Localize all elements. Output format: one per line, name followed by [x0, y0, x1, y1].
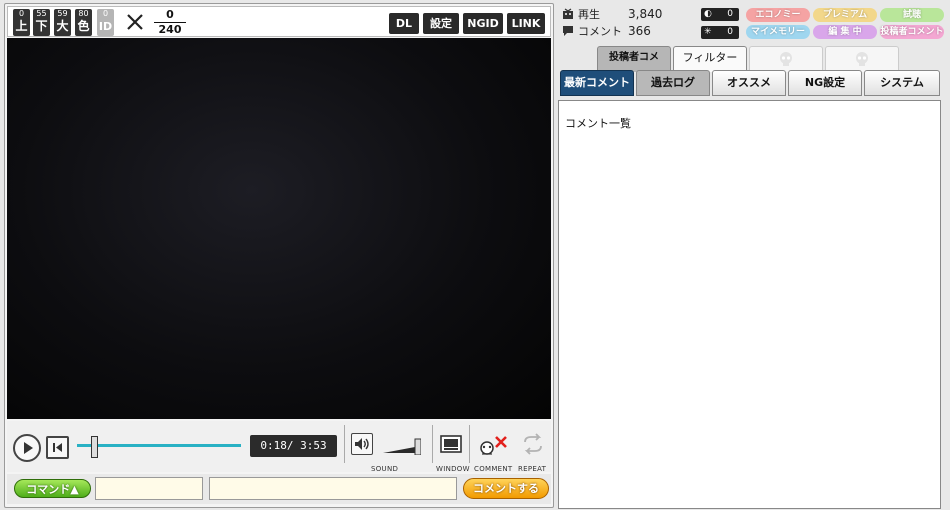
- repeat-icon[interactable]: [520, 433, 546, 455]
- my-memory-badge: マイメモリー: [746, 25, 810, 39]
- comment-list-panel[interactable]: コメント一覧: [558, 100, 941, 509]
- tab-empty-1: [749, 46, 823, 72]
- speaker-icon: [355, 438, 369, 450]
- tab-ng-settings[interactable]: NG設定: [788, 70, 862, 96]
- counter-top-comments[interactable]: 0 上: [13, 9, 30, 36]
- seek-handle[interactable]: [90, 436, 98, 458]
- uploader-comment-badge: 投稿者コメント: [880, 25, 944, 39]
- tab-recommended[interactable]: オススメ: [712, 70, 786, 96]
- repeat-label: REPEAT: [518, 465, 547, 473]
- counter-color-comments[interactable]: 80 色: [75, 9, 92, 36]
- sound-button[interactable]: [351, 433, 373, 455]
- play-button[interactable]: [13, 434, 41, 462]
- views-label: 再生: [578, 8, 600, 21]
- skull-icon: [780, 52, 792, 66]
- tab-system[interactable]: システム: [864, 70, 940, 96]
- comment-toggle-button[interactable]: [476, 433, 508, 457]
- rewind-button[interactable]: [46, 436, 69, 459]
- volume-slider[interactable]: [381, 433, 421, 455]
- comment-count-bottom: 240: [158, 23, 182, 36]
- sound-label: SOUND: [371, 465, 399, 473]
- seek-bar[interactable]: [77, 444, 241, 447]
- economy-badge: エコノミー: [746, 8, 810, 22]
- comment-input[interactable]: [209, 477, 457, 500]
- comment-count-display: 0 240: [150, 9, 190, 36]
- skull-icon: [856, 52, 868, 66]
- playback-controls: 0:18/ 3:53 SOUND WINDOW COMMENT REPEAT: [7, 421, 551, 473]
- command-input[interactable]: [95, 477, 203, 500]
- player-top-bar: 0 上 55 下 59 大 80 色 0 ID 0 240 DL 設定 NGID: [7, 6, 551, 37]
- star-icon: ✳: [704, 27, 712, 37]
- settings-button[interactable]: 設定: [423, 13, 459, 34]
- tab-past-log[interactable]: 過去ログ: [636, 70, 710, 96]
- video-stats: 再生 3,840 コメント 366 ◐ 0 ✳ 0: [558, 5, 748, 41]
- close-icon[interactable]: [126, 13, 144, 31]
- tab-empty-2: [825, 46, 899, 72]
- stat-box-2: ✳ 0: [701, 26, 739, 39]
- views-stat: 再生 3,840: [558, 6, 688, 23]
- command-button[interactable]: コマンド▲: [14, 479, 91, 498]
- comments-label: コメント: [578, 25, 622, 38]
- comment-input-bar: コマンド▲ コメントする: [7, 474, 551, 504]
- comment-list-title: コメント一覧: [565, 117, 631, 130]
- views-value: 3,840: [628, 7, 663, 21]
- ngid-button[interactable]: NGID: [463, 13, 503, 34]
- skip-back-icon: [53, 443, 62, 452]
- time-display: 0:18/ 3:53: [250, 435, 337, 457]
- video-player: 0 上 55 下 59 大 80 色 0 ID 0 240 DL 設定 NGID: [4, 3, 554, 508]
- window-button[interactable]: [439, 433, 463, 455]
- comments-value: 366: [628, 24, 651, 38]
- preview-badge: 試聴: [880, 8, 944, 22]
- link-button[interactable]: LINK: [507, 13, 545, 34]
- post-comment-button[interactable]: コメントする: [463, 478, 549, 499]
- comment-label: COMMENT: [474, 465, 513, 473]
- download-button[interactable]: DL: [389, 13, 419, 34]
- play-icon: [24, 442, 33, 454]
- volume-handle: [414, 438, 421, 455]
- window-label: WINDOW: [436, 465, 470, 473]
- comments-stat: コメント 366: [558, 23, 688, 40]
- tab-latest-comments[interactable]: 最新コメント: [560, 70, 634, 96]
- counter-big-comments[interactable]: 59 大: [54, 9, 71, 36]
- premium-badge: プレミアム: [813, 8, 877, 22]
- tab-uploader-comments[interactable]: 投稿者コメ: [597, 46, 671, 72]
- tab-filter[interactable]: フィルター: [673, 46, 747, 72]
- stat-box-1: ◐ 0: [701, 8, 739, 21]
- editing-badge: 編 集 中: [813, 25, 877, 39]
- counter-id-comments[interactable]: 0 ID: [97, 9, 114, 36]
- comment-count-top: 0: [166, 8, 174, 21]
- half-circle-icon: ◐: [704, 9, 712, 19]
- video-screen[interactable]: [7, 38, 551, 419]
- counter-bottom-comments[interactable]: 55 下: [33, 9, 50, 36]
- comment-bubble-icon: [563, 26, 573, 36]
- views-icon: [563, 8, 573, 19]
